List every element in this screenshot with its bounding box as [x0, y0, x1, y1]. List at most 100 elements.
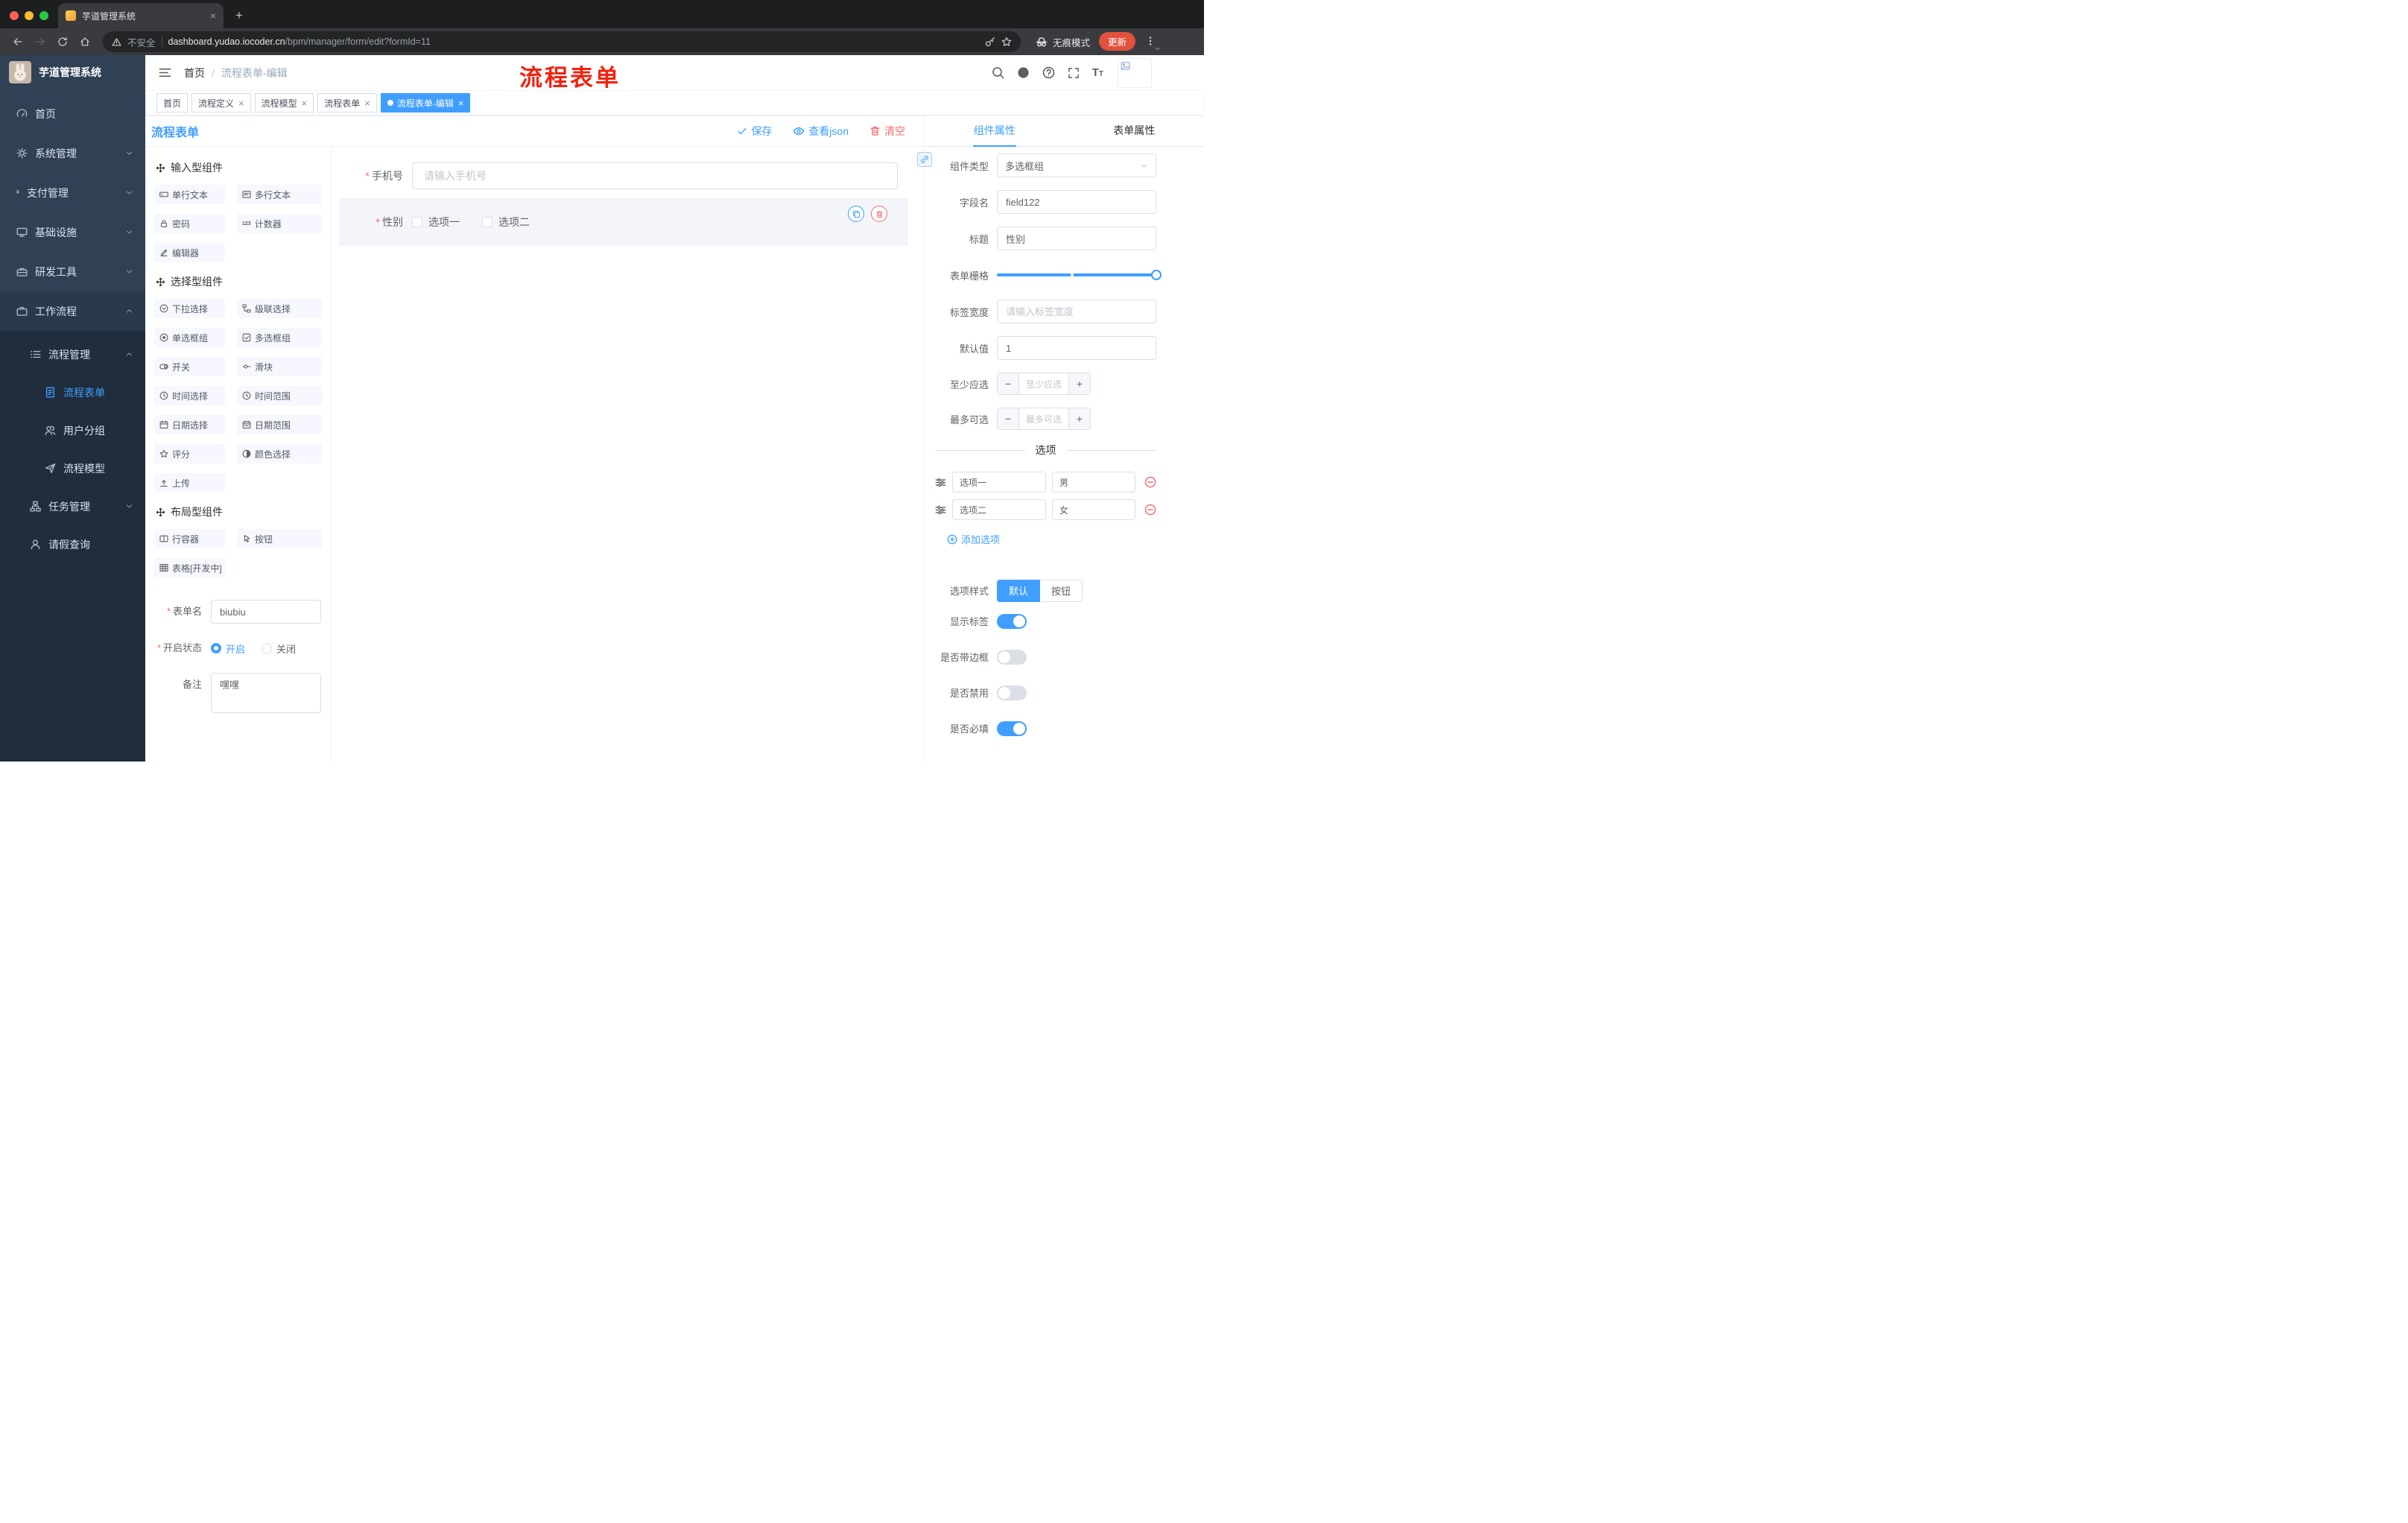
component-password[interactable]: 密码: [154, 214, 225, 233]
back-button[interactable]: [7, 31, 28, 52]
sidebar-item-process-form[interactable]: 流程表单: [0, 373, 145, 411]
not-secure-warning-icon[interactable]: [112, 37, 121, 47]
form-remark-textarea[interactable]: [211, 673, 321, 713]
remove-option-button[interactable]: [1144, 476, 1156, 488]
sidebar-item-user-group[interactable]: 用户分组: [0, 411, 145, 449]
hamburger-icon[interactable]: [156, 64, 174, 82]
tag-close-icon[interactable]: ×: [238, 98, 244, 108]
option-label-input[interactable]: [952, 499, 1046, 520]
grid-slider[interactable]: [997, 263, 1162, 287]
fullscreen-icon[interactable]: [1068, 67, 1080, 79]
required-switch[interactable]: [997, 721, 1027, 736]
decrease-button[interactable]: −: [998, 373, 1019, 394]
filter-handle-icon[interactable]: [935, 504, 946, 516]
component-radio-group[interactable]: 单选框组: [154, 328, 225, 347]
add-option-button[interactable]: 添加选项: [947, 532, 1000, 546]
form-canvas[interactable]: *手机号 *性别 选项一 选项二: [332, 147, 924, 762]
new-tab-button[interactable]: +: [229, 6, 249, 25]
browser-tab[interactable]: 芋道管理系统 ×: [58, 3, 224, 28]
slider-track[interactable]: [997, 270, 1162, 280]
font-size-icon[interactable]: TT: [1092, 67, 1103, 78]
delete-widget-button[interactable]: [871, 206, 887, 222]
component-time-range[interactable]: 时间范围: [237, 386, 322, 405]
component-editor[interactable]: 编辑器: [154, 243, 225, 262]
option-value-input[interactable]: [1052, 472, 1135, 493]
component-switch[interactable]: 开关: [154, 357, 225, 376]
min-select-value[interactable]: 至少应选: [1019, 373, 1068, 394]
tag-close-icon[interactable]: ×: [364, 98, 370, 108]
tag-home[interactable]: 首页: [156, 93, 188, 113]
checkbox-option-2[interactable]: 选项二: [482, 215, 530, 229]
home-button[interactable]: [75, 31, 95, 52]
component-date-range[interactable]: 日期范围: [237, 415, 322, 434]
forward-button[interactable]: [30, 31, 51, 52]
slider-handle[interactable]: [1151, 270, 1162, 280]
remove-option-button[interactable]: [1144, 504, 1156, 516]
component-checkbox-group[interactable]: 多选框组: [237, 328, 322, 347]
link-field-button[interactable]: [917, 152, 932, 167]
sidebar-item-payment-management[interactable]: ¥ 支付管理: [0, 173, 145, 212]
sidebar-item-system-management[interactable]: 系统管理: [0, 133, 145, 173]
sidebar-item-infrastructure[interactable]: 基础设施: [0, 212, 145, 252]
view-json-button[interactable]: 查看json: [793, 124, 849, 139]
copy-widget-button[interactable]: [848, 206, 864, 222]
tab-close-icon[interactable]: ×: [210, 10, 216, 21]
component-single-line-text[interactable]: 单行文本: [154, 185, 225, 204]
search-icon[interactable]: [992, 66, 1004, 79]
tag-process-form[interactable]: 流程表单 ×: [317, 93, 377, 113]
default-value-input[interactable]: [997, 336, 1156, 360]
component-select[interactable]: 下拉选择: [154, 299, 225, 318]
save-button[interactable]: 保存: [737, 124, 772, 139]
form-field-gender[interactable]: * 性别 选项一 选项二: [339, 198, 908, 246]
component-cascader[interactable]: 级联选择: [237, 299, 322, 318]
option-label-input[interactable]: [952, 472, 1046, 493]
phone-input[interactable]: [412, 162, 898, 189]
component-time-picker[interactable]: 时间选择: [154, 386, 225, 405]
increase-button[interactable]: +: [1068, 408, 1090, 429]
tab-form-props[interactable]: 表单属性: [1065, 115, 1205, 146]
component-row-container[interactable]: 行容器: [154, 529, 225, 548]
show-label-switch[interactable]: [997, 613, 1027, 629]
sidebar-item-dev-tools[interactable]: 研发工具: [0, 252, 145, 291]
tag-process-form-edit[interactable]: 流程表单-编辑 ×: [380, 93, 471, 113]
github-icon[interactable]: [1017, 66, 1030, 79]
label-width-input[interactable]: [997, 300, 1156, 323]
component-slider[interactable]: 滑块: [237, 357, 322, 376]
tag-close-icon[interactable]: ×: [458, 98, 464, 108]
with-border-switch[interactable]: [997, 649, 1027, 665]
form-name-input[interactable]: [211, 600, 321, 624]
sidebar-item-task-management[interactable]: 任务管理: [0, 487, 145, 525]
component-color-picker[interactable]: 颜色选择: [237, 444, 322, 463]
component-rate[interactable]: 评分: [154, 444, 225, 463]
checkbox-box[interactable]: [482, 217, 492, 227]
style-default-button[interactable]: 默认: [997, 579, 1041, 602]
avatar[interactable]: [1118, 57, 1152, 88]
sidebar-item-process-model[interactable]: 流程模型: [0, 449, 145, 487]
breadcrumb-home[interactable]: 首页: [184, 66, 205, 80]
sidebar-item-leave-query[interactable]: 请假查询: [0, 525, 145, 563]
bookmark-star-icon[interactable]: [1001, 37, 1012, 47]
window-close-button[interactable]: [10, 11, 19, 20]
window-minimize-button[interactable]: [25, 11, 34, 20]
sidebar-item-home[interactable]: 首页: [0, 94, 145, 133]
title-input[interactable]: [997, 227, 1156, 250]
component-button[interactable]: 按钮: [237, 529, 322, 548]
style-button-button[interactable]: 按钮: [1040, 579, 1083, 602]
status-off-radio[interactable]: 关闭: [262, 642, 296, 656]
checkbox-option-1[interactable]: 选项一: [412, 215, 460, 229]
tag-process-definition[interactable]: 流程定义 ×: [191, 93, 251, 113]
reload-button[interactable]: [52, 31, 73, 52]
field-name-input[interactable]: [997, 190, 1156, 214]
tag-process-model[interactable]: 流程模型 ×: [254, 93, 314, 113]
sidebar-item-process-management[interactable]: 流程管理: [0, 335, 145, 373]
component-upload[interactable]: 上传: [154, 473, 225, 493]
window-zoom-button[interactable]: [39, 11, 48, 20]
sidebar-item-workflow[interactable]: 工作流程: [0, 291, 145, 331]
decrease-button[interactable]: −: [998, 408, 1019, 429]
address-bar[interactable]: 不安全 dashboard.yudao.iocoder.cn/bpm/manag…: [103, 31, 1021, 52]
browser-update-button[interactable]: 更新: [1098, 32, 1135, 51]
disabled-switch[interactable]: [997, 685, 1027, 700]
component-multi-line-text[interactable]: 多行文本: [237, 185, 322, 204]
tag-close-icon[interactable]: ×: [302, 98, 308, 108]
clear-button[interactable]: 清空: [869, 124, 905, 139]
